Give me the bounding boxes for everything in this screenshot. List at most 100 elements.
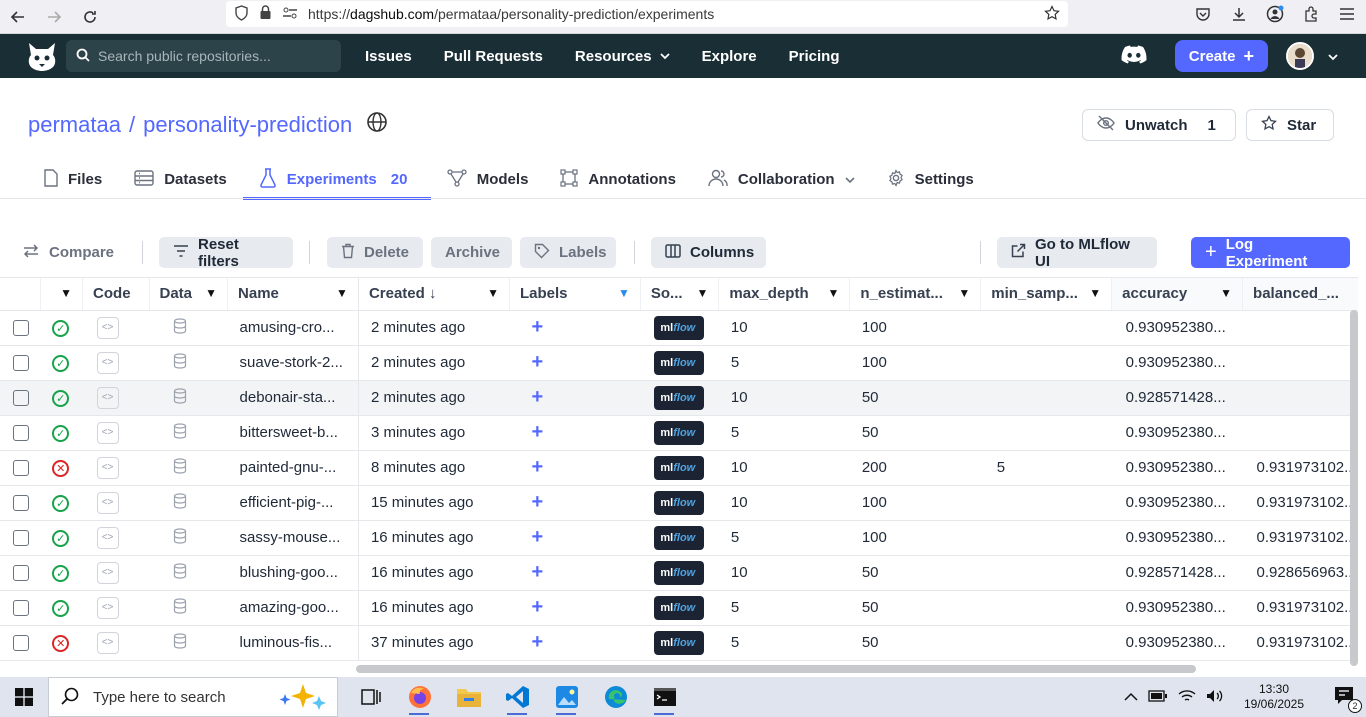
code-icon[interactable]: <> [96,386,119,409]
mlflow-source-icon[interactable]: mlflow [654,595,705,620]
labels-button[interactable]: Labels [520,237,616,268]
tab-datasets[interactable]: Datasets [118,160,243,199]
code-icon[interactable]: <> [96,631,119,654]
add-label-icon[interactable]: + [531,386,543,408]
wifi-icon[interactable] [1178,689,1196,706]
row-checkbox[interactable] [13,635,29,652]
row-checkbox[interactable] [13,460,29,477]
mlflow-source-icon[interactable]: mlflow [654,490,705,515]
mlflow-source-icon[interactable]: mlflow [654,455,705,480]
database-icon[interactable] [173,597,187,614]
url-text[interactable]: https://dagshub.com/permataa/personality… [308,6,714,22]
database-icon[interactable] [173,457,187,474]
database-icon[interactable] [173,352,187,369]
permissions-icon[interactable] [282,6,298,22]
nav-pull-requests[interactable]: Pull Requests [444,48,543,65]
unwatch-button[interactable]: Unwatch 1 [1082,109,1236,141]
experiment-name-cell[interactable]: blushing-goo... [227,555,359,591]
row-checkbox[interactable] [13,320,29,337]
mlflow-source-icon[interactable]: mlflow [654,315,705,340]
tab-annotations[interactable]: Annotations [544,160,692,199]
filter-icon[interactable]: ▼ [1220,286,1232,300]
mlflow-source-icon[interactable]: mlflow [654,630,705,655]
database-icon[interactable] [173,422,187,439]
experiment-name-cell[interactable]: amusing-cro... [227,310,359,346]
nav-explore[interactable]: Explore [702,48,757,65]
tab-settings[interactable]: Settings [871,160,990,199]
menu-icon[interactable] [1336,7,1358,21]
filter-active-icon[interactable]: ▼ [618,286,630,300]
notifications-icon[interactable]: 2 [1334,686,1362,713]
archive-button[interactable]: Archive [431,237,512,268]
code-icon[interactable]: <> [96,351,119,374]
n-estimators-header[interactable]: n_estimat... ▼ [849,278,982,311]
balanced-accuracy-header[interactable]: balanced_... [1242,278,1358,311]
name-header[interactable]: Name ▼ [227,278,359,311]
photos-icon[interactable] [542,677,591,717]
experiment-name-cell[interactable]: suave-stork-2... [227,345,359,381]
add-label-icon[interactable]: + [531,561,543,583]
row-checkbox[interactable] [13,355,29,372]
created-header[interactable]: Created ↓ ▼ [358,278,510,311]
experiment-name-cell[interactable]: sassy-mouse... [227,520,359,556]
dagshub-logo-icon[interactable] [20,34,64,78]
filter-icon[interactable]: ▼ [827,286,839,300]
avatar[interactable] [1286,42,1314,70]
table-row[interactable]: ✓ <> amazing-goo... 16 minutes ago + mlflow 5 5… [0,590,1358,626]
database-icon[interactable] [173,527,187,544]
repo-name-link[interactable]: personality-prediction [143,112,352,138]
mlflow-source-icon[interactable]: mlflow [654,420,705,445]
chevron-up-icon[interactable] [1124,689,1138,705]
table-row[interactable]: ✓ <> amusing-cro... 2 minutes ago + mlflow 10 1… [0,310,1358,346]
row-checkbox[interactable] [13,565,29,582]
firefox-icon[interactable] [395,677,444,717]
tab-experiments[interactable]: Experiments 20 [242,160,431,200]
experiment-name-cell[interactable]: luminous-fis... [227,625,359,661]
labels-header[interactable]: Labels ▼ [509,278,641,311]
back-icon[interactable] [0,3,36,31]
add-label-icon[interactable]: + [531,596,543,618]
mlflow-source-icon[interactable]: mlflow [654,525,705,550]
row-checkbox[interactable] [13,495,29,512]
row-checkbox[interactable] [13,530,29,547]
database-icon[interactable] [173,492,187,509]
code-icon[interactable]: <> [96,561,119,584]
repo-owner-link[interactable]: permataa [28,112,121,138]
repo-search[interactable] [66,40,341,72]
pocket-icon[interactable] [1192,7,1214,22]
extensions-icon[interactable] [1300,6,1322,22]
lock-icon[interactable] [259,5,272,23]
experiment-name-cell[interactable]: debonair-sta... [227,380,359,416]
status-header[interactable]: ▼ [40,278,84,311]
add-label-icon[interactable]: + [531,491,543,513]
download-icon[interactable] [1228,6,1250,22]
code-icon[interactable]: <> [96,596,119,619]
star-button[interactable]: Star [1246,109,1334,141]
add-label-icon[interactable]: + [531,456,543,478]
filter-icon[interactable]: ▼ [487,286,499,300]
code-icon[interactable]: <> [96,456,119,479]
table-row[interactable]: ✓ <> blushing-goo... 16 minutes ago + mlflow 1… [0,555,1358,591]
table-row[interactable]: ✓ <> suave-stork-2... 2 minutes ago + mlflow 5… [0,345,1358,381]
delete-button[interactable]: Delete [327,237,423,268]
filter-icon[interactable]: ▼ [205,286,217,300]
chevron-down-icon[interactable] [1328,48,1338,64]
volume-icon[interactable] [1206,689,1224,706]
database-icon[interactable] [173,387,187,404]
reload-icon[interactable] [72,3,108,31]
nav-issues[interactable]: Issues [365,48,412,65]
create-button[interactable]: Create + [1174,40,1268,72]
database-icon[interactable] [173,562,187,579]
columns-button[interactable]: Columns [651,237,766,268]
battery-icon[interactable] [1148,689,1168,706]
bookmark-star-icon[interactable] [1044,5,1060,24]
table-row[interactable]: ✓ <> bittersweet-b... 3 minutes ago + mlflow 5… [0,415,1358,451]
code-icon[interactable]: <> [96,316,119,339]
accuracy-header[interactable]: accuracy ▼ [1111,278,1244,311]
task-view-icon[interactable] [346,677,395,717]
file-explorer-icon[interactable] [444,677,493,717]
experiment-name-cell[interactable]: bittersweet-b... [227,415,359,451]
address-bar[interactable]: https://dagshub.com/permataa/personality… [226,1,1068,27]
code-icon[interactable]: <> [96,491,119,514]
code-icon[interactable]: <> [96,421,119,444]
